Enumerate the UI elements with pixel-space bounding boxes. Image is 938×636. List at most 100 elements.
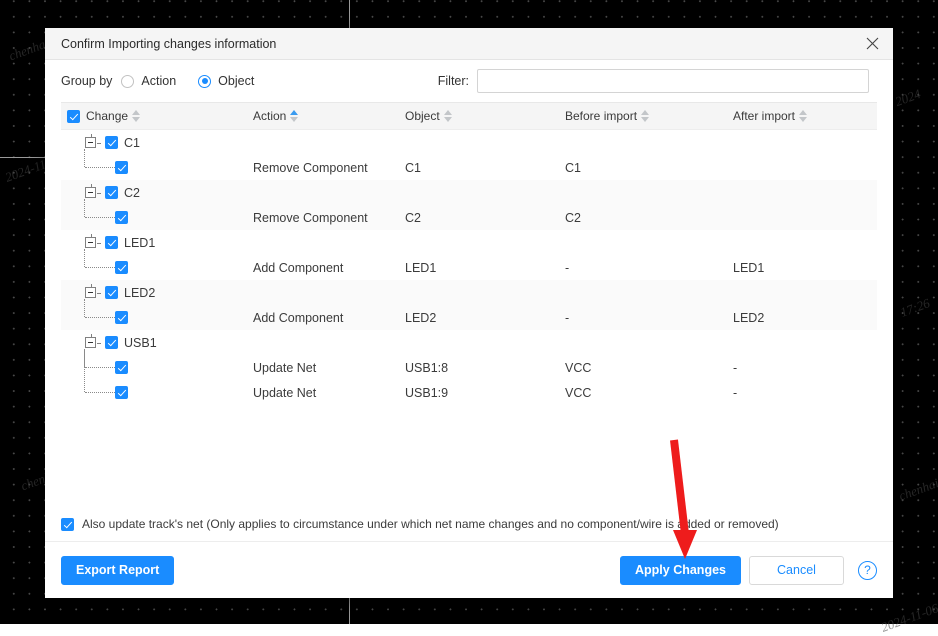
table-group: C2Remove ComponentC2C2 (61, 180, 877, 230)
cell-action: Add Component (253, 305, 405, 330)
tree-collapse-icon[interactable] (85, 237, 96, 248)
radio-group-by-object[interactable]: Object (198, 74, 254, 88)
group-checkbox[interactable] (105, 136, 118, 149)
cancel-button[interactable]: Cancel (749, 556, 844, 585)
column-header-change[interactable]: Change (61, 103, 253, 129)
cell-after (733, 155, 873, 180)
sort-toggle-after-import[interactable] (799, 110, 807, 122)
table-row[interactable]: Update NetUSB1:9VCC- (61, 380, 877, 405)
table-row[interactable]: Remove ComponentC1C1 (61, 155, 877, 180)
changes-table: Change Action Object Before import After… (61, 102, 877, 507)
table-row[interactable]: Add ComponentLED2-LED2 (61, 305, 877, 330)
table-row[interactable]: Remove ComponentC2C2 (61, 205, 877, 230)
tree-connector-line (85, 217, 115, 219)
column-label-object: Object (405, 109, 440, 123)
cell-action (253, 130, 405, 155)
row-checkbox[interactable] (115, 361, 128, 374)
filter-input[interactable] (477, 69, 869, 93)
cell-object: USB1:8 (405, 355, 565, 380)
table-row[interactable]: Add ComponentLED1-LED1 (61, 255, 877, 280)
cell-change (61, 255, 253, 280)
cell-before: - (565, 255, 733, 280)
cell-before: - (565, 305, 733, 330)
sort-toggle-action[interactable] (290, 110, 298, 122)
group-label: LED2 (124, 286, 155, 300)
cell-before: C2 (565, 205, 733, 230)
apply-changes-button[interactable]: Apply Changes (620, 556, 741, 585)
cell-after (733, 130, 873, 155)
column-label-change: Change (86, 109, 128, 123)
column-header-before-import[interactable]: Before import (565, 103, 733, 129)
cell-object (405, 330, 565, 355)
radio-circle-icon (121, 75, 134, 88)
table-row[interactable]: C1 (61, 130, 877, 155)
cell-before (565, 180, 733, 205)
cell-before: VCC (565, 380, 733, 405)
cell-action: Update Net (253, 380, 405, 405)
cell-action (253, 330, 405, 355)
column-label-before-import: Before import (565, 109, 637, 123)
cell-before (565, 280, 733, 305)
cell-after (733, 330, 873, 355)
cell-change: USB1 (61, 330, 253, 355)
update-track-net-checkbox[interactable] (61, 518, 74, 531)
column-label-action: Action (253, 109, 286, 123)
cell-after (733, 180, 873, 205)
cell-change (61, 305, 253, 330)
update-track-net-row[interactable]: Also update track's net (Only applies to… (45, 507, 893, 541)
tree-collapse-icon[interactable] (85, 187, 96, 198)
table-row[interactable]: USB1 (61, 330, 877, 355)
table-row[interactable]: LED2 (61, 280, 877, 305)
cell-action: Add Component (253, 255, 405, 280)
group-label: USB1 (124, 336, 157, 350)
sort-toggle-object[interactable] (444, 110, 452, 122)
cell-change: C2 (61, 180, 253, 205)
row-checkbox[interactable] (115, 211, 128, 224)
column-label-after-import: After import (733, 109, 795, 123)
tree-connector-line (85, 167, 115, 169)
cell-object: LED2 (405, 305, 565, 330)
select-all-checkbox[interactable] (67, 110, 80, 123)
radio-group-by-action[interactable]: Action (121, 74, 176, 88)
row-checkbox[interactable] (115, 386, 128, 399)
cell-after (733, 280, 873, 305)
tree-connector-line (84, 149, 86, 167)
tree-collapse-icon[interactable] (85, 137, 96, 148)
table-group: USB1 Update NetUSB1:8VCC-Update NetUSB1:9… (61, 330, 877, 405)
column-header-after-import[interactable]: After import (733, 103, 873, 129)
sort-toggle-before-import[interactable] (641, 110, 649, 122)
group-checkbox[interactable] (105, 186, 118, 199)
cell-after: LED2 (733, 305, 873, 330)
tree-collapse-icon[interactable] (85, 287, 96, 298)
column-header-object[interactable]: Object (405, 103, 565, 129)
cell-object: USB1:9 (405, 380, 565, 405)
export-report-button[interactable]: Export Report (61, 556, 174, 585)
cell-change (61, 380, 253, 405)
cell-after: - (733, 355, 873, 380)
tree-collapse-icon[interactable] (85, 337, 96, 348)
confirm-import-dialog: Confirm Importing changes information Gr… (45, 28, 893, 598)
row-checkbox[interactable] (115, 261, 128, 274)
group-checkbox[interactable] (105, 336, 118, 349)
group-checkbox[interactable] (105, 236, 118, 249)
cell-object (405, 180, 565, 205)
table-row[interactable]: Update NetUSB1:8VCC- (61, 355, 877, 380)
filter-label: Filter: (438, 74, 469, 88)
column-header-action[interactable]: Action (253, 103, 405, 129)
table-row[interactable]: C2 (61, 180, 877, 205)
tree-connector-line (84, 299, 86, 317)
radio-label-object: Object (218, 74, 254, 88)
sort-toggle-change[interactable] (132, 110, 140, 122)
help-icon[interactable]: ? (858, 561, 877, 580)
row-checkbox[interactable] (115, 161, 128, 174)
table-row[interactable]: LED1 (61, 230, 877, 255)
close-icon[interactable] (851, 28, 893, 59)
group-checkbox[interactable] (105, 286, 118, 299)
filter-group: Filter: (438, 69, 869, 93)
cell-after (733, 230, 873, 255)
update-track-net-label: Also update track's net (Only applies to… (82, 517, 779, 531)
dialog-title: Confirm Importing changes information (61, 37, 276, 51)
row-checkbox[interactable] (115, 311, 128, 324)
cell-after (733, 205, 873, 230)
cell-object: LED1 (405, 255, 565, 280)
